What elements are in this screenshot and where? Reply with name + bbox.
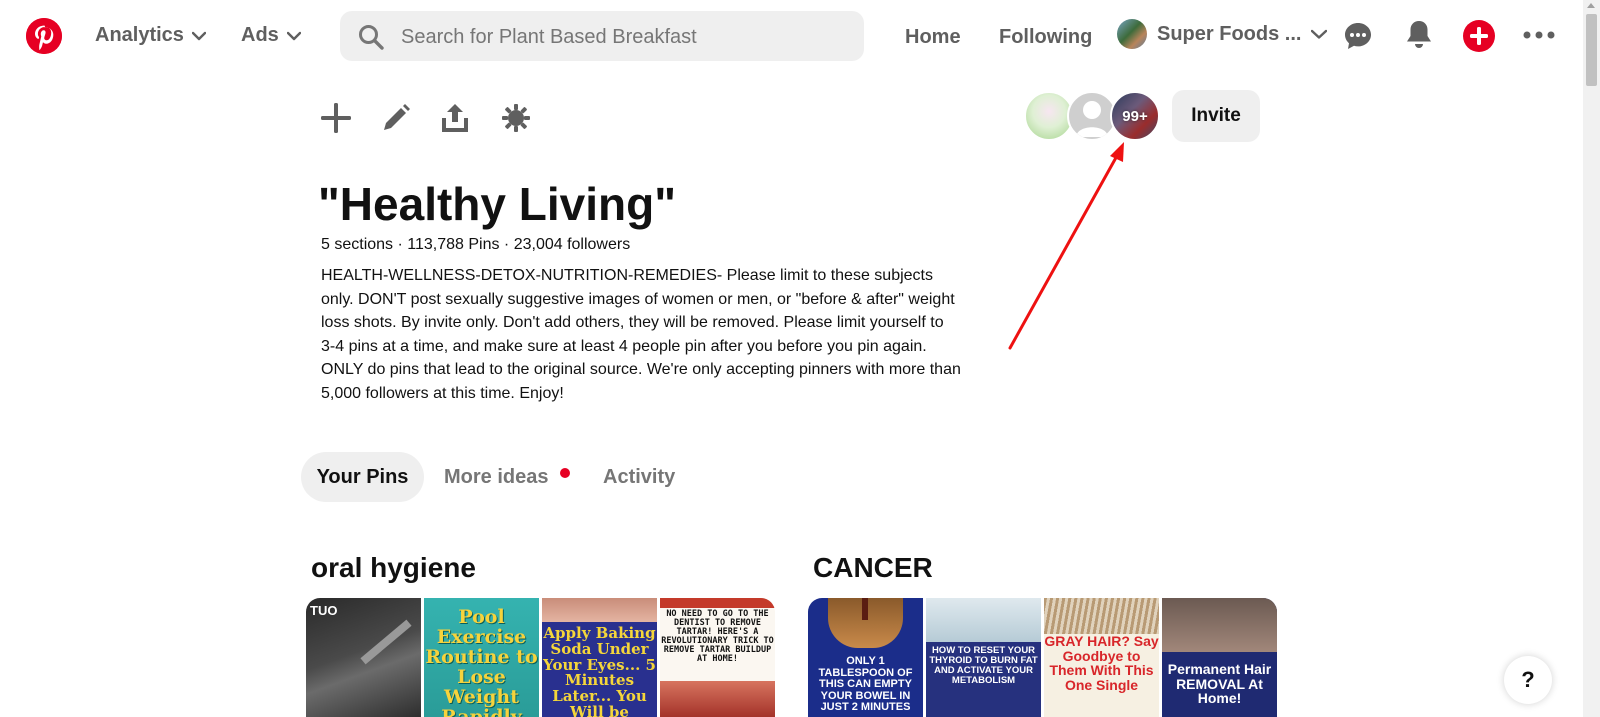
edit-icon[interactable] bbox=[376, 98, 416, 138]
bell-icon[interactable] bbox=[1405, 19, 1433, 49]
pin-text: Pool Exercise Routine to Lose Weight Rap… bbox=[425, 606, 538, 717]
add-icon[interactable] bbox=[316, 98, 356, 138]
board-description: HEALTH-WELLNESS-DETOX-NUTRITION-REMEDIES… bbox=[321, 267, 961, 402]
tab-more-ideas[interactable]: More ideas bbox=[444, 452, 571, 502]
pin-text: NO NEED TO GO TO THE DENTIST TO REMOVE T… bbox=[661, 609, 774, 664]
tab-your-pins[interactable]: Your Pins bbox=[301, 452, 424, 502]
notification-dot bbox=[560, 468, 571, 478]
person-icon bbox=[1076, 101, 1108, 137]
section-title[interactable]: oral hygiene bbox=[311, 552, 476, 584]
profile-name: Super Foods ... bbox=[1157, 22, 1302, 45]
tab-activity-label: Activity bbox=[603, 465, 676, 488]
pin-text: GRAY HAIR? Say Goodbye to Them With This… bbox=[1044, 633, 1159, 694]
chevron-down-icon bbox=[1311, 29, 1328, 39]
invite-button[interactable]: Invite bbox=[1172, 90, 1260, 142]
board-title: "Healthy Living" bbox=[318, 178, 677, 230]
search-input[interactable] bbox=[399, 11, 843, 63]
section-pin-grid[interactable]: ONLY 1 TABLESPOON OF THIS CAN EMPTY YOUR… bbox=[808, 598, 1277, 717]
chevron-down-icon bbox=[286, 31, 301, 40]
search-bar[interactable] bbox=[340, 11, 864, 63]
section-title[interactable]: CANCER bbox=[813, 552, 933, 584]
pinterest-logo[interactable] bbox=[26, 18, 62, 54]
pin-thumbnail[interactable]: GRAY HAIR? Say Goodbye to Them With This… bbox=[1044, 598, 1159, 717]
pin-thumbnail[interactable]: Pool Exercise Routine to Lose Weight Rap… bbox=[424, 598, 539, 717]
section-pin-grid[interactable]: TUO Pool Exercise Routine to Lose Weight… bbox=[306, 598, 775, 717]
collaborator-count: 99+ bbox=[1122, 107, 1148, 125]
pin-text: Permanent Hair REMOVAL At Home! bbox=[1167, 661, 1272, 707]
pin-text: TUO bbox=[310, 603, 338, 618]
chevron-down-icon bbox=[191, 31, 206, 40]
messages-icon[interactable] bbox=[1343, 21, 1373, 51]
collaborator-count-avatar[interactable]: 99+ bbox=[1110, 91, 1160, 141]
pin-text: Apply Baking Soda Under Your Eyes... 5 M… bbox=[543, 624, 656, 717]
scrollbar[interactable] bbox=[1583, 0, 1600, 717]
search-icon bbox=[359, 25, 384, 50]
plus-icon[interactable] bbox=[1463, 20, 1495, 52]
pin-thumbnail[interactable]: HOW TO RESET YOUR THYROID TO BURN FAT AN… bbox=[926, 598, 1041, 717]
more-icon[interactable] bbox=[1523, 30, 1555, 40]
board-meta: 5 sections · 113,788 Pins · 23,004 follo… bbox=[321, 236, 631, 253]
tab-more-ideas-label: More ideas bbox=[444, 465, 549, 488]
ads-label: Ads bbox=[241, 24, 279, 46]
scroll-up-arrow[interactable] bbox=[1587, 3, 1595, 8]
analytics-menu[interactable]: Analytics bbox=[95, 24, 206, 47]
share-icon[interactable] bbox=[435, 98, 475, 138]
pin-thumbnail[interactable]: Apply Baking Soda Under Your Eyes... 5 M… bbox=[542, 598, 657, 717]
pin-text: ONLY 1 TABLESPOON OF THIS CAN EMPTY YOUR… bbox=[818, 655, 913, 714]
following-link[interactable]: Following bbox=[999, 26, 1092, 49]
tab-activity[interactable]: Activity bbox=[603, 452, 675, 502]
pin-thumbnail[interactable]: TUO bbox=[306, 598, 421, 717]
home-link[interactable]: Home bbox=[905, 26, 961, 49]
ads-menu[interactable]: Ads bbox=[241, 24, 301, 47]
avatar bbox=[1117, 19, 1147, 49]
profile-switcher[interactable]: Super Foods ... bbox=[1117, 19, 1328, 49]
pin-text: HOW TO RESET YOUR THYROID TO BURN FAT AN… bbox=[929, 645, 1038, 686]
scrollbar-thumb[interactable] bbox=[1586, 14, 1597, 86]
pin-thumbnail[interactable]: ONLY 1 TABLESPOON OF THIS CAN EMPTY YOUR… bbox=[808, 598, 923, 717]
pin-thumbnail[interactable]: NO NEED TO GO TO THE DENTIST TO REMOVE T… bbox=[660, 598, 775, 717]
analytics-label: Analytics bbox=[95, 24, 184, 46]
help-button[interactable]: ? bbox=[1504, 656, 1552, 704]
tab-your-pins-label: Your Pins bbox=[316, 465, 409, 488]
settings-icon[interactable] bbox=[496, 98, 536, 138]
pin-thumbnail[interactable]: Permanent Hair REMOVAL At Home! bbox=[1162, 598, 1277, 717]
